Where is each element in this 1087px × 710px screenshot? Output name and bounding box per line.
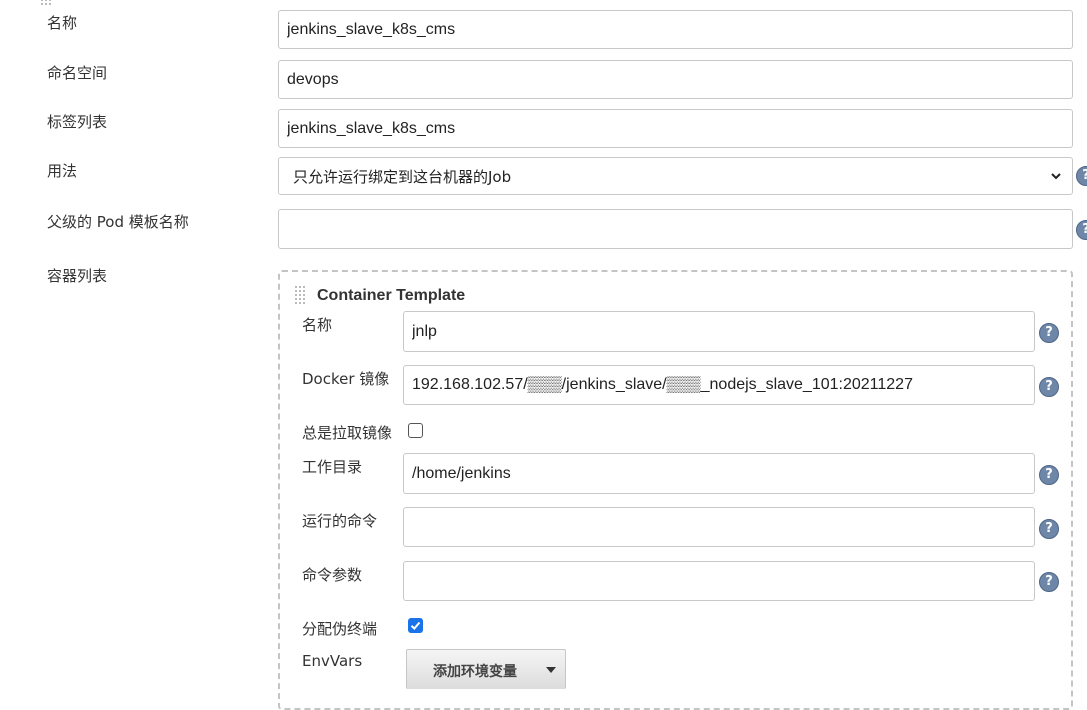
help-icon[interactable]: ?: [1076, 220, 1087, 240]
help-icon[interactable]: ?: [1039, 519, 1059, 539]
usage-help-icon-wrap[interactable]: ?: [1076, 166, 1087, 186]
env-vars-label: EnvVars: [302, 652, 363, 670]
docker-image-label: Docker 镜像: [302, 370, 390, 388]
command-label: 运行的命令: [302, 512, 378, 530]
parent-pod-help-icon-wrap[interactable]: ?: [1076, 220, 1087, 240]
help-icon[interactable]: ?: [1039, 465, 1059, 485]
container-name-field[interactable]: [403, 311, 1035, 352]
checkmark-icon: [410, 621, 421, 630]
tty-label: 分配伪终端: [302, 620, 378, 638]
args-field[interactable]: [403, 561, 1035, 601]
container-name-label: 名称: [302, 316, 333, 334]
always-pull-checkbox[interactable]: [408, 423, 423, 438]
parent-pod-field[interactable]: [278, 209, 1073, 249]
help-icon[interactable]: ?: [1076, 166, 1087, 186]
namespace-field[interactable]: [278, 60, 1073, 99]
containers-label: 容器列表: [47, 267, 108, 285]
working-dir-label: 工作目录: [302, 458, 363, 476]
name-field[interactable]: [278, 10, 1073, 49]
drag-handle-icon[interactable]: [294, 285, 306, 305]
help-icon[interactable]: ?: [1039, 572, 1059, 592]
help-icon[interactable]: ?: [1039, 323, 1059, 343]
parent-pod-label: 父级的 Pod 模板名称: [47, 213, 189, 231]
args-label: 命令参数: [302, 566, 363, 584]
always-pull-label: 总是拉取镜像: [302, 424, 393, 442]
usage-selected-value: 只允许运行绑定到这台机器的Job: [293, 167, 512, 186]
namespace-label: 命名空间: [47, 64, 108, 82]
working-dir-field[interactable]: [403, 453, 1035, 494]
labels-label: 标签列表: [47, 113, 108, 131]
add-env-var-button-label: 添加环境变量: [433, 664, 517, 680]
add-env-var-button[interactable]: 添加环境变量: [406, 649, 566, 689]
tty-checkbox[interactable]: [408, 618, 423, 633]
command-field[interactable]: [403, 507, 1035, 547]
usage-label: 用法: [47, 162, 78, 180]
caret-down-icon: [546, 667, 556, 673]
container-template-title: Container Template: [317, 287, 466, 304]
chevron-down-icon: [1051, 173, 1061, 180]
docker-image-field[interactable]: [403, 365, 1035, 405]
labels-field[interactable]: [278, 109, 1073, 148]
help-icon[interactable]: ?: [1039, 377, 1059, 397]
name-label: 名称: [47, 14, 78, 32]
usage-select[interactable]: 只允许运行绑定到这台机器的Job: [278, 157, 1073, 195]
drag-handle-icon[interactable]: [40, 0, 52, 6]
